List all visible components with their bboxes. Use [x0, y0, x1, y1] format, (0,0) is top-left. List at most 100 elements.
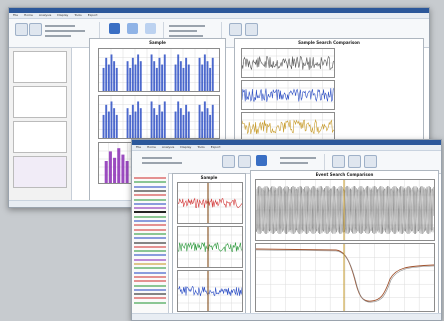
bar: [137, 101, 140, 138]
bar: [139, 108, 142, 138]
channel-list-item[interactable]: [134, 297, 166, 300]
channel-list-item[interactable]: [134, 220, 166, 222]
bar: [158, 57, 161, 91]
tab-tools[interactable]: Tools: [197, 145, 204, 150]
tab-analysis[interactable]: Analysis: [162, 145, 174, 150]
bar: [113, 61, 116, 91]
channel-list-item[interactable]: [134, 284, 166, 287]
channel-list-item[interactable]: [134, 275, 166, 278]
bar: [115, 67, 118, 91]
signal-chart-red: [177, 182, 243, 224]
filter-icon[interactable]: [332, 155, 345, 168]
channel-list-item[interactable]: [134, 189, 166, 192]
bar: [182, 114, 185, 138]
export-icon[interactable]: [145, 23, 156, 34]
thumbnail[interactable]: [13, 86, 67, 118]
tab-export[interactable]: Export: [211, 145, 221, 150]
channel-list-item[interactable]: [134, 228, 166, 231]
tab-home[interactable]: Home: [147, 145, 156, 150]
bar: [134, 64, 137, 91]
sample-panel: Sample: [172, 173, 246, 316]
tab-display[interactable]: Display: [180, 145, 191, 150]
bar: [174, 111, 177, 138]
channel-list-item[interactable]: [134, 181, 166, 184]
channel-list-item[interactable]: [134, 301, 166, 304]
tab-file[interactable]: File: [136, 145, 141, 150]
settings-icon[interactable]: [229, 23, 242, 36]
thumbnail[interactable]: [13, 121, 67, 153]
bar: [198, 104, 201, 138]
analysis-window-front: File Home Analysis Display Tools Export …: [131, 139, 442, 321]
bar: [163, 54, 166, 91]
filter-icon[interactable]: [127, 23, 138, 34]
bar: [105, 57, 108, 91]
channel-list-item[interactable]: [134, 211, 166, 214]
bar: [158, 104, 161, 138]
bar: [108, 151, 112, 183]
channel-list-item[interactable]: [134, 224, 166, 227]
channel-list-item[interactable]: [134, 185, 166, 188]
thumbnail[interactable]: [13, 51, 67, 83]
tab-file[interactable]: File: [13, 13, 18, 18]
help-icon[interactable]: [245, 23, 258, 36]
panel-title: Sample: [149, 40, 166, 45]
tab-analysis[interactable]: Analysis: [39, 13, 51, 18]
channel-list-item[interactable]: [134, 254, 166, 257]
channel-list-item[interactable]: [134, 194, 166, 197]
bar: [107, 64, 110, 91]
bar: [121, 154, 125, 183]
bar: [198, 57, 201, 91]
bar: [150, 101, 153, 138]
bar: [150, 54, 153, 91]
signal-chart: [241, 48, 335, 78]
channel-list-item[interactable]: [134, 280, 166, 283]
channel-list-item[interactable]: [134, 207, 166, 210]
zoom-icon[interactable]: [238, 155, 251, 168]
channel-list-item[interactable]: [134, 263, 166, 265]
channel-list-item[interactable]: [134, 198, 166, 201]
bar: [211, 57, 214, 91]
bar: [155, 114, 158, 138]
measure-icon[interactable]: [109, 23, 120, 34]
channel-list-item[interactable]: [134, 237, 166, 240]
channel-list-item[interactable]: [134, 250, 166, 253]
thumbnail[interactable]: [13, 156, 67, 188]
channel-list-item[interactable]: [134, 288, 166, 291]
channel-list-item[interactable]: [134, 267, 166, 270]
bar: [211, 104, 214, 138]
bar: [115, 114, 118, 138]
tab-export[interactable]: Export: [88, 13, 98, 18]
thumbnail-pane: [9, 48, 72, 200]
cursor-icon[interactable]: [222, 155, 235, 168]
channel-list-item[interactable]: [134, 232, 166, 235]
bar: [113, 157, 117, 183]
channel-list-item[interactable]: [134, 293, 166, 296]
bar-chart: [98, 48, 220, 92]
bar: [129, 67, 132, 91]
bar: [201, 111, 204, 138]
bar: [209, 114, 212, 138]
channel-list-item[interactable]: [134, 202, 166, 205]
bar-chart: [98, 95, 220, 139]
tab-home[interactable]: Home: [24, 13, 33, 18]
tab-tools[interactable]: Tools: [74, 13, 81, 18]
settings-icon[interactable]: [364, 155, 377, 168]
zoom-icon[interactable]: [29, 23, 42, 36]
bar: [104, 161, 108, 183]
bar: [131, 57, 134, 91]
channel-list-item[interactable]: [134, 245, 166, 248]
cursor-icon[interactable]: [15, 23, 28, 36]
channel-list-item[interactable]: [134, 258, 166, 261]
tab-display[interactable]: Display: [57, 13, 68, 18]
bar: [161, 111, 164, 138]
channel-list-item[interactable]: [134, 177, 166, 179]
bar: [153, 61, 156, 91]
panel-title: Sample Search Comparison: [298, 40, 360, 45]
channel-list-item[interactable]: [134, 241, 166, 244]
measure-icon[interactable]: [256, 155, 267, 166]
bar: [102, 67, 105, 91]
channel-list-item[interactable]: [134, 215, 166, 218]
export-icon[interactable]: [348, 155, 361, 168]
bar: [110, 54, 113, 91]
channel-list-item[interactable]: [134, 271, 166, 274]
